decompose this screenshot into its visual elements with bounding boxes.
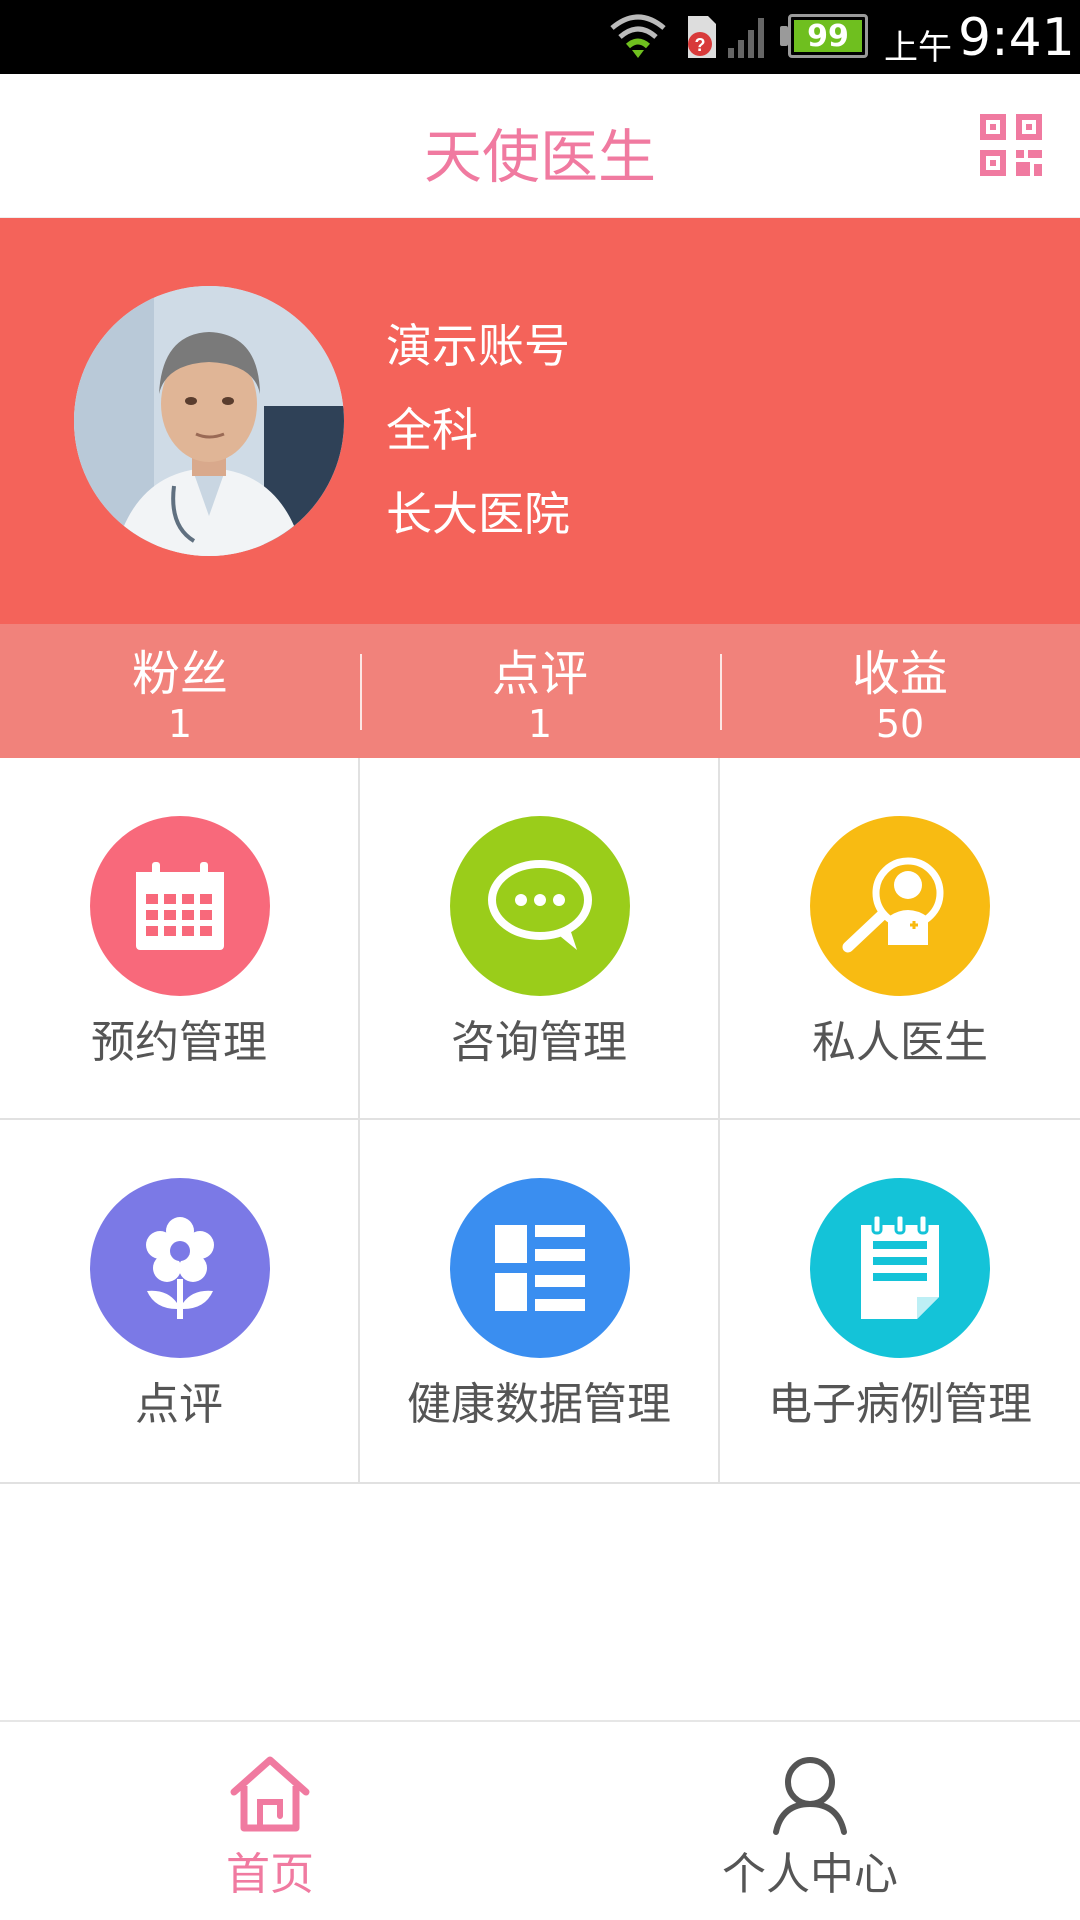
stat-value: 50 [875, 702, 925, 746]
grid-item-appointments[interactable]: 预约管理 [0, 758, 360, 1120]
person-icon [773, 1757, 847, 1835]
stat-value: 1 [527, 702, 553, 746]
doctor-hospital: 长大医院 [386, 487, 570, 541]
qr-code-icon[interactable] [980, 114, 1042, 176]
grid-item-label: 咨询管理 [451, 1017, 627, 1068]
grid-item-label: 预约管理 [91, 1017, 267, 1068]
sim-alert-icon: ? [688, 16, 716, 58]
page-title: 天使医生 [423, 123, 656, 191]
grid-item-health-data[interactable]: 健康数据管理 [360, 1120, 720, 1484]
wifi-icon [610, 14, 666, 58]
stat-label: 粉丝 [131, 646, 228, 702]
grid-item-label: 点评 [135, 1379, 223, 1430]
status-bar: ? 99 上午 9:41 [0, 0, 1080, 74]
clock: 9:41 [958, 8, 1075, 68]
stat-value: 1 [167, 702, 193, 746]
calendar-icon [90, 816, 270, 996]
tab-profile[interactable]: 个人中心 [540, 1722, 1080, 1920]
grid-item-medical-records[interactable]: 电子病例管理 [720, 1120, 1080, 1484]
app-header: 天使医生 [0, 74, 1080, 218]
grid-item-consultations[interactable]: 咨询管理 [360, 758, 720, 1120]
home-icon [230, 1756, 310, 1832]
battery-icon: 99 [788, 14, 868, 58]
profile-card[interactable]: 演示账号 全科 长大医院 [0, 218, 1080, 624]
battery-level: 99 [807, 18, 849, 54]
tab-label: 个人中心 [722, 1849, 898, 1900]
time-prefix: 上午 [884, 28, 952, 68]
stat-label: 收益 [851, 646, 948, 702]
tab-label: 首页 [226, 1849, 314, 1900]
doctor-name: 演示账号 [386, 319, 570, 373]
flower-icon [90, 1178, 270, 1358]
svg-text:?: ? [695, 35, 706, 55]
stats-bar: 粉丝 1 点评 1 收益 50 [0, 624, 1080, 758]
stat-reviews[interactable]: 点评 1 [360, 624, 720, 758]
stat-fans[interactable]: 粉丝 1 [0, 624, 360, 758]
doctor-search-icon [810, 816, 990, 996]
avatar[interactable] [74, 286, 344, 556]
feature-grid: 预约管理 咨询管理 私人医生 点评 健康数据管理 电子病例管理 [0, 758, 1080, 1484]
grid-item-label: 私人医生 [812, 1017, 988, 1068]
grid-item-label: 健康数据管理 [407, 1379, 671, 1430]
grid-item-label: 电子病例管理 [768, 1379, 1032, 1430]
signal-icon [728, 18, 764, 58]
notepad-icon [810, 1178, 990, 1358]
stat-label: 点评 [491, 646, 588, 702]
doctor-department: 全科 [386, 403, 478, 457]
bottom-nav: 首页 个人中心 [0, 1720, 1080, 1920]
chat-bubble-icon [450, 816, 630, 996]
grid-item-private-doctor[interactable]: 私人医生 [720, 758, 1080, 1120]
list-grid-icon [450, 1178, 630, 1358]
stat-earnings[interactable]: 收益 50 [720, 624, 1080, 758]
tab-home[interactable]: 首页 [0, 1722, 540, 1920]
battery-cap [780, 26, 788, 46]
grid-item-reviews[interactable]: 点评 [0, 1120, 360, 1484]
